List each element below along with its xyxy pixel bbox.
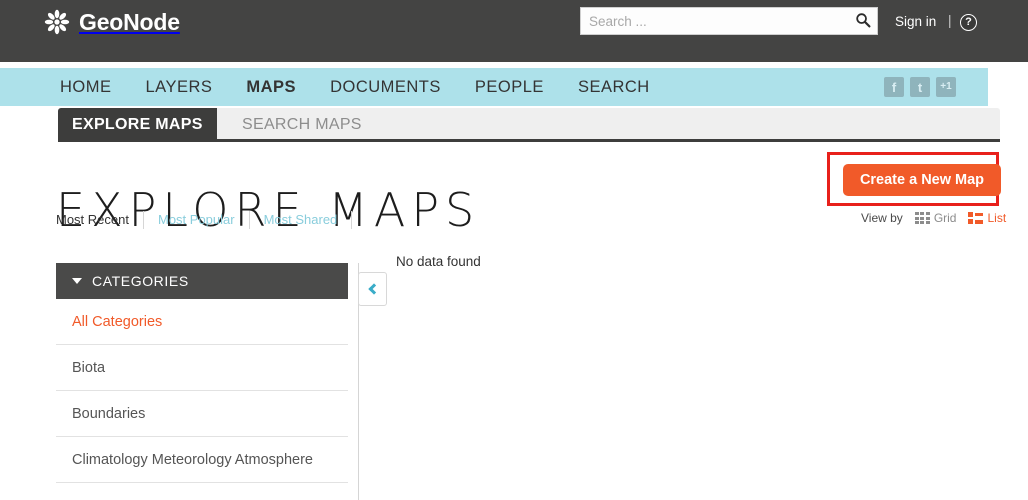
social-links: f t +1 (884, 77, 956, 97)
chevron-left-icon (368, 283, 380, 295)
google-plus-one-icon[interactable]: +1 (936, 77, 956, 97)
nav-item-home[interactable]: HOME (60, 78, 112, 97)
nav-item-maps[interactable]: MAPS (246, 78, 296, 97)
view-option-grid[interactable]: Grid (914, 211, 957, 225)
create-a-new-map-button[interactable]: Create a New Map (843, 164, 1001, 196)
search-submit-button[interactable] (853, 11, 873, 31)
nav-item-search[interactable]: SEARCH (578, 78, 650, 97)
collapse-sidebar-button[interactable] (358, 272, 387, 306)
no-data-message: No data found (396, 254, 481, 269)
maps-tab-strip: EXPLORE MAPS SEARCH MAPS (58, 108, 1000, 142)
global-search (580, 7, 878, 35)
search-icon (855, 12, 871, 31)
tab-explore-maps[interactable]: EXPLORE MAPS (58, 108, 217, 142)
view-option-grid-label: Grid (933, 211, 957, 225)
category-item-climatology-meteorology-atmosphere[interactable]: Climatology Meteorology Atmosphere (56, 437, 348, 483)
search-input[interactable] (581, 8, 851, 34)
nav-item-list: HOME LAYERS MAPS DOCUMENTS PEOPLE SEARCH (60, 68, 684, 106)
sort-most-shared[interactable]: Most Shared (250, 211, 352, 229)
nav-item-documents[interactable]: DOCUMENTS (330, 78, 441, 97)
geonode-explore-maps-page: GeoNode Sign in | ? HOME LAYERS MAPS DOC… (0, 0, 1028, 500)
sort-most-recent[interactable]: Most Recent (56, 211, 143, 229)
view-option-list[interactable]: List (968, 211, 1006, 225)
brand-logo-link[interactable]: GeoNode (44, 9, 180, 35)
categories-panel-header[interactable]: CATEGORIES (56, 263, 348, 299)
brand-name: GeoNode (79, 9, 180, 35)
categories-header-label: CATEGORIES (92, 273, 189, 289)
category-item-boundaries[interactable]: Boundaries (56, 391, 348, 437)
category-item-all-categories[interactable]: All Categories (56, 299, 348, 345)
nav-item-people[interactable]: PEOPLE (475, 78, 544, 97)
facebook-icon[interactable]: f (884, 77, 904, 97)
twitter-icon[interactable]: t (910, 77, 930, 97)
grid-icon (914, 212, 930, 224)
sort-most-popular[interactable]: Most Popular (144, 211, 249, 229)
view-by-controls: View by Grid List (861, 211, 1006, 225)
sign-in-link[interactable]: Sign in (895, 14, 936, 29)
chevron-down-icon (72, 278, 82, 284)
geonode-asterisk-logo-icon (44, 9, 70, 35)
sort-divider (351, 211, 353, 229)
header-separator: | (948, 13, 952, 28)
site-header: GeoNode Sign in | ? (0, 0, 1028, 62)
view-option-list-label: List (987, 211, 1007, 225)
nav-item-layers[interactable]: LAYERS (146, 78, 213, 97)
list-icon (968, 212, 984, 224)
category-item-biota[interactable]: Biota (56, 345, 348, 391)
help-icon[interactable]: ? (960, 14, 977, 31)
categories-panel: CATEGORIES All Categories Biota Boundari… (56, 263, 348, 483)
main-navigation: HOME LAYERS MAPS DOCUMENTS PEOPLE SEARCH… (0, 68, 988, 106)
tab-search-maps[interactable]: SEARCH MAPS (228, 108, 376, 142)
sort-bar: Most Recent Most Popular Most Shared (56, 211, 353, 229)
view-by-label: View by (861, 211, 903, 225)
